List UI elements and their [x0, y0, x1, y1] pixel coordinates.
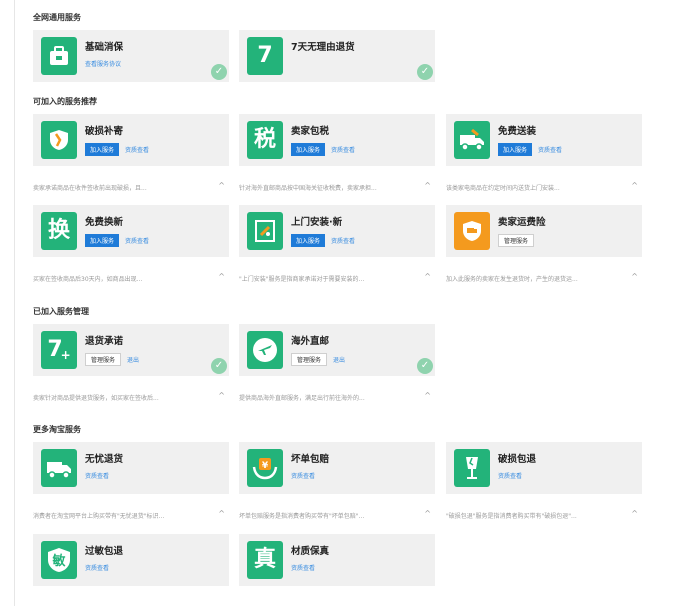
plane-icon	[247, 331, 283, 369]
collapse-icon[interactable]: ^	[424, 273, 431, 281]
collapse-icon[interactable]: ^	[424, 182, 431, 190]
card-name: 基础消保	[85, 42, 124, 53]
shield-truck-icon	[454, 212, 490, 250]
card-description: 坏单包赔服务是指消费者购买带有"坏单包赔"... ^	[239, 510, 431, 520]
svg-text:¥: ¥	[262, 461, 269, 471]
manage-button[interactable]: 管理服务	[291, 353, 328, 366]
truck-icon	[41, 449, 77, 487]
detail-link[interactable]: 资质查看	[85, 471, 109, 480]
card-home-install[interactable]: 上门安装·新 加入服务 资质查看	[239, 205, 435, 257]
section-title-more: 更多淘宝服务	[33, 425, 81, 434]
detail-link[interactable]: 资质查看	[498, 471, 522, 480]
card-name: 免费换新	[85, 217, 124, 228]
seven-plus-icon: 7 +	[41, 331, 77, 369]
shield-icon	[41, 121, 77, 159]
card-name: 破损补寄	[85, 126, 124, 137]
card-description: 消费者在淘宝网平台上购买带有"无忧退货"标识... ^	[33, 510, 225, 520]
join-button[interactable]: 加入服务	[498, 143, 533, 156]
svg-text:敏: 敏	[51, 553, 66, 569]
detail-link[interactable]: 资质查看	[291, 563, 315, 572]
collapse-icon[interactable]: ^	[218, 392, 225, 400]
collapse-icon[interactable]: ^	[218, 510, 225, 518]
check-icon: ✓	[211, 358, 227, 374]
check-icon: ✓	[417, 64, 433, 80]
truck-icon	[454, 121, 490, 159]
detail-link[interactable]: 资质查看	[85, 563, 109, 572]
card-name: 材质保真	[291, 546, 330, 557]
card-seller-tax[interactable]: 税 卖家包税 加入服务 资质查看	[239, 114, 435, 166]
join-button[interactable]: 加入服务	[291, 143, 326, 156]
agreement-link[interactable]: 查看服务协议	[85, 59, 121, 68]
section-title-joinable: 可加入的服务推荐	[33, 97, 97, 106]
manage-button[interactable]: 管理服务	[85, 353, 122, 366]
card-name: 无忧退货	[85, 454, 124, 465]
card-name: 破损包退	[498, 454, 537, 465]
join-button[interactable]: 加入服务	[85, 234, 120, 247]
collapse-icon[interactable]: ^	[631, 182, 638, 190]
card-name: 过敏包退	[85, 546, 124, 557]
allergy-shield-icon: 敏	[41, 541, 77, 579]
detail-link[interactable]: 资质查看	[125, 145, 149, 154]
card-name: 坏单包赔	[291, 454, 330, 465]
collapse-icon[interactable]: ^	[218, 182, 225, 190]
card-name: 上门安装·新	[291, 217, 343, 228]
seven-icon: 7	[247, 37, 283, 75]
card-allergy-return[interactable]: 敏 过敏包退 资质查看	[33, 534, 229, 586]
card-bad-order-compensation[interactable]: ¥ 坏单包赔 资质查看	[239, 442, 435, 494]
card-break-return[interactable]: 破损包退 资质查看	[446, 442, 642, 494]
detail-link[interactable]: 资质查看	[291, 471, 315, 480]
join-button[interactable]: 加入服务	[291, 234, 326, 247]
card-name: 海外直邮	[291, 336, 330, 347]
card-name: 退货承诺	[85, 336, 124, 347]
door-tools-icon	[247, 212, 283, 250]
card-description: "破损包退"服务是指消费者购买带有"破损包退"... ^	[446, 510, 638, 520]
collapse-icon[interactable]: ^	[424, 510, 431, 518]
section-title-joined: 已加入服务管理	[33, 307, 89, 316]
card-overseas-direct[interactable]: 海外直邮 管理服务 退出 ✓	[239, 324, 435, 376]
card-name: 免费送装	[498, 126, 537, 137]
join-button[interactable]: 加入服务	[85, 143, 120, 156]
authentic-icon: 真	[247, 541, 283, 579]
card-description: 该类家电商品在约定时间内送货上门安装... ^	[446, 182, 638, 192]
section-title-network: 全网通用服务	[33, 13, 81, 22]
card-name: 卖家运费险	[498, 217, 546, 228]
card-description: 提供商品海外直邮服务，满足出行前往海外的... ^	[239, 392, 431, 402]
card-freight-insurance[interactable]: 卖家运费险 管理服务	[446, 205, 642, 257]
card-description: "上门安装"服务是指商家承诺对于需要安装的... ^	[239, 273, 431, 283]
card-name: 7天无理由退货	[291, 42, 355, 53]
card-description: 卖家针对商品提供退货服务，如买家在签收后... ^	[33, 392, 225, 402]
collapse-icon[interactable]: ^	[218, 273, 225, 281]
bag-icon	[41, 37, 77, 75]
card-description: 加入此服务的卖家在发生退货时，产生的退货运... ^	[446, 273, 638, 283]
card-free-install-delivery[interactable]: 免费送装 加入服务 资质查看	[446, 114, 642, 166]
detail-link[interactable]: 资质查看	[331, 145, 355, 154]
card-basic-protection[interactable]: 基础消保 查看服务协议 ✓	[33, 30, 229, 82]
collapse-icon[interactable]: ^	[631, 510, 638, 518]
card-description: 买家在签收商品后30天内，如商品出现... ^	[33, 273, 225, 283]
collapse-icon[interactable]: ^	[631, 273, 638, 281]
detail-link[interactable]: 资质查看	[125, 236, 149, 245]
card-description: 卖家承诺商品在收件签收前出现破损，且... ^	[33, 182, 225, 192]
detail-link[interactable]: 资质查看	[331, 236, 355, 245]
detail-link[interactable]: 资质查看	[538, 145, 562, 154]
check-icon: ✓	[211, 64, 227, 80]
check-icon: ✓	[417, 358, 433, 374]
card-description: 针对海外直邮商品按中国海关征收税费，卖家承担... ^	[239, 182, 431, 192]
exit-link[interactable]: 退出	[127, 355, 139, 364]
exit-link[interactable]: 退出	[333, 355, 345, 364]
manage-button[interactable]: 管理服务	[498, 234, 535, 247]
card-seven-day-return[interactable]: 7 7天无理由退货 ✓	[239, 30, 435, 82]
broken-glass-icon	[454, 449, 490, 487]
exchange-icon: 换	[41, 212, 77, 250]
tax-icon: 税	[247, 121, 283, 159]
hands-yen-icon: ¥	[247, 449, 283, 487]
card-no-worry-return[interactable]: 无忧退货 资质查看	[33, 442, 229, 494]
card-material-authenticity[interactable]: 真 材质保真 资质查看	[239, 534, 435, 586]
card-name: 卖家包税	[291, 126, 330, 137]
card-damage-resend[interactable]: 破损补寄 加入服务 资质查看	[33, 114, 229, 166]
card-free-exchange[interactable]: 换 免费换新 加入服务 资质查看	[33, 205, 229, 257]
card-return-promise[interactable]: 7 + 退货承诺 管理服务 退出 ✓	[33, 324, 229, 376]
collapse-icon[interactable]: ^	[424, 392, 431, 400]
